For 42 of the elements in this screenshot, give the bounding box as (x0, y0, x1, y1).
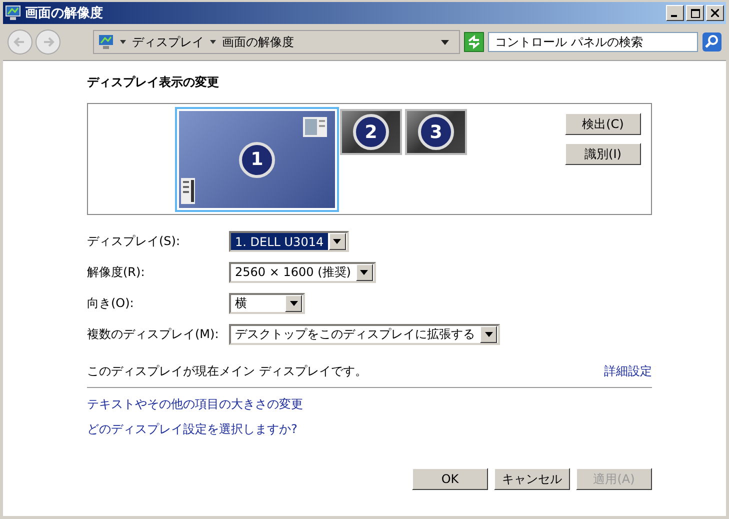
dropdown[interactable]: デスクトップをこのディスプレイに拡張する (229, 324, 500, 345)
setting-label: ディスプレイ(S): (87, 233, 182, 250)
refresh-button[interactable] (464, 32, 484, 52)
caret-icon[interactable] (120, 40, 126, 44)
monitor-number: 1 (239, 142, 275, 178)
window-icon (181, 178, 195, 204)
close-icon (711, 9, 719, 17)
search-field[interactable]: コントロール パネルの検索 (488, 32, 698, 52)
monitor-icon (5, 5, 21, 21)
breadcrumb-item[interactable]: 画面の解像度 (222, 34, 294, 50)
close-button[interactable] (706, 5, 724, 21)
dialog-button[interactable]: キャンセル (494, 468, 570, 490)
breadcrumb-item[interactable]: ディスプレイ (132, 34, 204, 50)
window-title: 画面の解像度 (25, 4, 104, 22)
help-link[interactable]: テキストやその他の項目の大きさの変更 (87, 396, 303, 413)
monitor-number: 3 (418, 114, 454, 150)
caret-icon[interactable] (210, 40, 216, 44)
advanced-settings-link[interactable]: 詳細設定 (604, 363, 652, 380)
maximize-icon (690, 8, 700, 18)
monitor-tile[interactable]: 1 (177, 109, 337, 210)
monitor-icon (98, 34, 114, 50)
window-icon (303, 117, 327, 137)
section-heading: ディスプレイ表示の変更 (87, 74, 220, 91)
monitor-tile[interactable]: 2 (340, 109, 402, 155)
monitor-number: 2 (353, 114, 389, 150)
maximize-button[interactable] (686, 5, 704, 21)
setting-label: 解像度(R): (87, 264, 146, 281)
side-button[interactable]: 識別(I) (565, 143, 641, 165)
status-text: このディスプレイが現在メイン ディスプレイです。 (87, 363, 367, 380)
minimize-button[interactable] (666, 5, 684, 21)
dialog-button[interactable]: OK (412, 468, 488, 490)
address-bar[interactable]: ディスプレイ 画面の解像度 (93, 30, 460, 54)
dropdown[interactable]: 横 (229, 293, 305, 314)
dropdown-icon[interactable] (441, 40, 449, 44)
search-icon[interactable] (702, 32, 722, 52)
dropdown[interactable]: 2560 × 1600 (推奨) (229, 262, 376, 283)
setting-label: 向き(O): (87, 295, 135, 312)
side-button[interactable]: 検出(C) (565, 113, 641, 135)
dropdown[interactable]: 1. DELL U3014 (229, 231, 349, 252)
help-link[interactable]: どのディスプレイ設定を選択しますか? (87, 421, 298, 438)
setting-label: 複数のディスプレイ(M): (87, 326, 220, 343)
monitor-tile[interactable]: 3 (405, 109, 467, 155)
